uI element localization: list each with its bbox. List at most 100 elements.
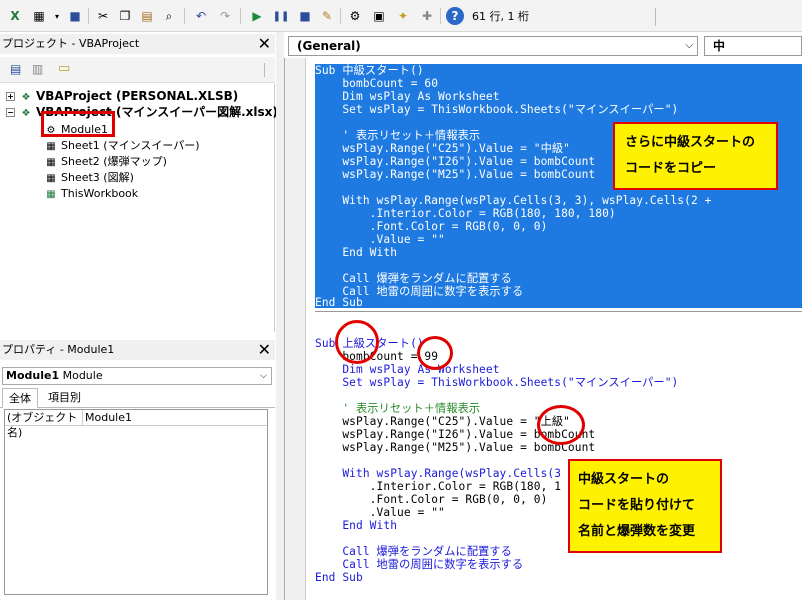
annotation-text: コードをコピー <box>625 161 717 176</box>
help-icon[interactable]: ? <box>446 7 464 25</box>
object-combo[interactable]: (General) ⌵ <box>288 36 698 56</box>
tree-node-label: ThisWorkbook <box>61 187 139 200</box>
tree-node-personal[interactable]: + ❖ VBAProject (PERSONAL.XLSB) <box>6 88 238 104</box>
close-icon[interactable]: ✕ <box>258 35 271 53</box>
tree-node-sheet1[interactable]: ▦ Sheet1 (マインスイーパー) <box>44 138 200 154</box>
sheet-icon: ▦ <box>46 173 56 184</box>
code-line: .Value = "" <box>315 506 445 519</box>
code-line: Set wsPlay = ThisWorkbook.Sheets("マインスイー… <box>315 103 679 116</box>
tab-categorized[interactable]: 項目別 <box>42 388 87 408</box>
view-object-icon[interactable]: ▥ <box>32 62 43 76</box>
procedure-combo[interactable]: 中 <box>704 36 802 56</box>
redo-icon[interactable]: ↷ <box>216 7 234 25</box>
tab-alphabetic[interactable]: 全体 <box>2 388 38 408</box>
code-line: .Value = "" <box>315 233 445 246</box>
code-line: Set wsPlay = ThisWorkbook.Sheets("マインスイー… <box>315 376 679 389</box>
code-line: End Sub <box>315 571 363 584</box>
cursor-position: 61 行, 1 桁 <box>472 10 529 23</box>
break-icon[interactable]: ❚❚ <box>272 7 290 25</box>
code-line: Sub 中級スタート() <box>315 64 424 77</box>
collapse-icon[interactable]: − <box>6 108 15 117</box>
workbook-icon: ▦ <box>46 189 56 200</box>
find-icon[interactable]: ⌕ <box>160 7 178 25</box>
pane-splitter[interactable] <box>276 32 284 600</box>
copy-icon[interactable]: ❐ <box>116 7 134 25</box>
code-line: .Interior.Color = RGB(180, 1 <box>315 480 562 493</box>
procedure-combo-value: 中 <box>713 39 726 53</box>
code-line: ' 表示リセット＋情報表示 <box>315 402 481 415</box>
properties-tabs: 全体 項目別 <box>0 388 275 408</box>
sheet-icon: ▦ <box>46 157 56 168</box>
code-line: End With <box>315 246 398 259</box>
highlight-circle-level <box>537 405 585 445</box>
margin-indicator-bar[interactable] <box>285 58 306 600</box>
chevron-down-icon[interactable]: ⌵ <box>685 37 693 55</box>
code-line: .Interior.Color = RGB(180, 180, 180) <box>315 207 616 220</box>
tree-node-label: Sheet1 (マインスイーパー) <box>61 139 200 152</box>
tree-node-sheet3[interactable]: ▦ Sheet3 (図解) <box>44 170 134 186</box>
tree-node-label: Sheet2 (爆弾マップ) <box>61 155 167 168</box>
expand-icon[interactable]: + <box>6 92 15 101</box>
chevron-down-icon[interactable]: ▾ <box>48 7 66 25</box>
chevron-down-icon[interactable]: ⌵ <box>260 368 267 384</box>
properties-icon[interactable]: ▣ <box>370 7 388 25</box>
property-name: (オブジェクト名) <box>5 410 83 439</box>
toolbar-grip[interactable] <box>655 8 665 26</box>
code-line: End Sub <box>315 296 363 309</box>
vbaproject-icon: ❖ <box>21 108 31 119</box>
object-combo-value: (General) <box>297 39 361 53</box>
tree-node-label: Sheet3 (図解) <box>61 171 134 184</box>
vbe-toolbar: X ▦ ▾ ■ ✂ ❐ ▤ ⌕ ↶ ↷ ▶ ❚❚ ■ ✎ ⚙ ▣ ✦ ✚ ? 6… <box>0 0 802 32</box>
code-header: (General) ⌵ 中 <box>284 36 802 58</box>
insert-userform-icon[interactable]: ▦ <box>30 7 48 25</box>
run-icon[interactable]: ▶ <box>248 7 266 25</box>
code-line: Dim wsPlay As Worksheet <box>315 363 500 376</box>
code-line: .Font.Color = RGB(0, 0, 0) <box>315 493 548 506</box>
sheet-icon: ▦ <box>46 141 56 152</box>
highlight-circle-bombcount <box>417 336 453 370</box>
tree-node-thisworkbook[interactable]: ▦ ThisWorkbook <box>44 186 138 202</box>
module1-highlight <box>41 111 115 137</box>
property-row[interactable]: (オブジェクト名) Module1 <box>5 410 267 439</box>
project-pane-title: プロジェクト - VBAProject ✕ <box>0 34 275 54</box>
code-line: Call 爆弾をランダムに配置する <box>315 545 512 558</box>
undo-icon[interactable]: ↶ <box>192 7 210 25</box>
property-value[interactable]: Module1 <box>83 410 132 425</box>
cut-icon[interactable]: ✂ <box>94 7 112 25</box>
code-line: wsPlay.Range("C25").Value = "上級" <box>315 415 570 428</box>
design-mode-icon[interactable]: ✎ <box>318 7 336 25</box>
toolbox-icon[interactable]: ✚ <box>418 7 436 25</box>
properties-pane-title-text: プロパティ - Module1 <box>2 343 115 356</box>
code-line: wsPlay.Range("I26").Value = bombCount <box>315 155 596 168</box>
code-line: ' 表示リセット＋情報表示 <box>315 129 481 142</box>
project-explorer-icon[interactable]: ⚙ <box>346 7 364 25</box>
project-toolbar: ▤ ▥ ▭ <box>0 57 275 83</box>
code-line: bombCount = 60 <box>315 77 439 90</box>
code-line: End With <box>315 519 398 532</box>
object-type: Module <box>62 369 103 382</box>
object-browser-icon[interactable]: ✦ <box>394 7 412 25</box>
properties-object-select[interactable]: Module1 Module ⌵ <box>2 367 272 385</box>
annotation-text: コードを貼り付けて <box>578 498 696 513</box>
view-code-icon[interactable]: ▤ <box>10 62 21 76</box>
object-name: Module1 <box>6 369 60 382</box>
copy-annotation: さらに中級スタートの コードをコピー <box>613 122 778 190</box>
annotation-text: 中級スタートの <box>578 472 670 487</box>
toolbar-grip[interactable] <box>264 63 272 77</box>
code-line: wsPlay.Range("M25").Value = bombCount <box>315 168 596 181</box>
paste-icon[interactable]: ▤ <box>138 7 156 25</box>
code-line: With wsPlay.Range(wsPlay.Cells(3, 3), ws… <box>315 194 712 207</box>
properties-grid: (オブジェクト名) Module1 <box>4 409 268 595</box>
tree-node-sheet2[interactable]: ▦ Sheet2 (爆弾マップ) <box>44 154 167 170</box>
code-line: With wsPlay.Range(wsPlay.Cells(3 <box>315 467 562 480</box>
folder-icon[interactable]: ▭ <box>58 61 70 76</box>
excel-icon[interactable]: X <box>6 7 24 25</box>
code-line: .Font.Color = RGB(0, 0, 0) <box>315 220 548 233</box>
close-icon[interactable]: ✕ <box>258 341 271 359</box>
save-icon[interactable]: ■ <box>66 7 84 25</box>
code-line: wsPlay.Range("C25").Value = "中級" <box>315 142 570 155</box>
project-tree: + ❖ VBAProject (PERSONAL.XLSB) − ❖ VBAProjec… <box>0 84 278 332</box>
reset-icon[interactable]: ■ <box>296 7 314 25</box>
annotation-text: さらに中級スタートの <box>625 135 756 150</box>
highlight-circle-name <box>335 320 379 364</box>
